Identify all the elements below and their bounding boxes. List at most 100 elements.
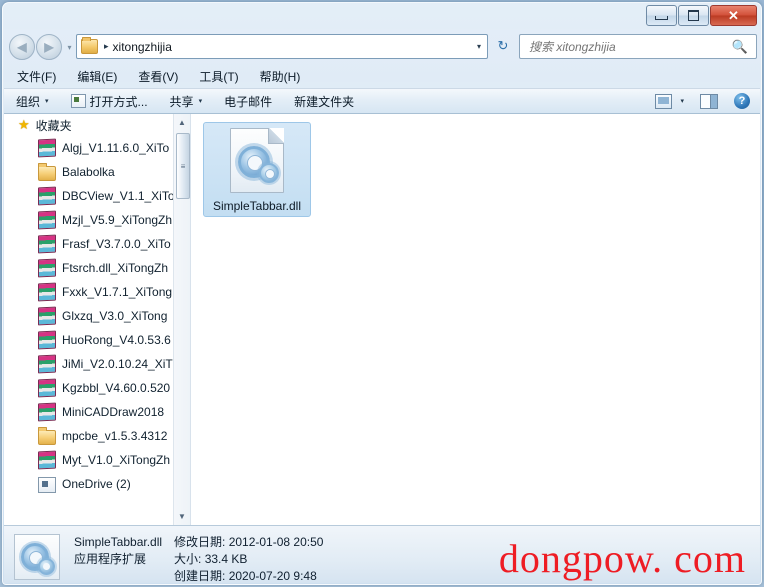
change-view-icon[interactable]	[655, 93, 673, 109]
sidebar-item-label: DBCView_V1.1_XiTo	[62, 189, 175, 203]
organize-label: 组织	[16, 94, 41, 109]
command-toolbar: 组织 ▾ 打开方式... 共享 ▾ 电子邮件 新建文件夹 ▾ ?	[4, 88, 760, 114]
back-button[interactable]: ◀	[9, 34, 35, 60]
navigation-buttons: ◀ ▶ ▾	[9, 34, 76, 60]
sidebar-item[interactable]: Glxzq_V3.0_XiTong	[4, 304, 190, 328]
address-bar[interactable]: ▸ xitongzhijia ▾	[76, 34, 488, 59]
sidebar-item-label: Ftsrch.dll_XiTongZh	[62, 261, 169, 275]
menu-tools[interactable]: 工具(T)	[197, 67, 240, 86]
refresh-icon: ↻	[497, 37, 509, 53]
details-created: 创建日期: 2020-07-20 9:48	[174, 568, 404, 583]
menu-file[interactable]: 文件(F)	[15, 67, 58, 86]
refresh-button[interactable]: ↻	[492, 34, 514, 57]
details-spacer	[74, 568, 174, 583]
chevron-down-icon: ▾	[45, 98, 49, 105]
organize-button[interactable]: 组织 ▾	[16, 93, 49, 110]
minimize-icon	[647, 6, 676, 25]
sidebar-item[interactable]: HuoRong_V4.0.53.6	[4, 328, 190, 352]
archive-icon	[38, 186, 56, 206]
chevron-down-icon: ▾	[198, 98, 203, 105]
details-size-label: 大小:	[174, 552, 202, 566]
sidebar-item[interactable]: DBCView_V1.1_XiTo	[4, 184, 190, 208]
sidebar-item-label: MiniCADDraw2018	[62, 405, 165, 419]
close-button[interactable]: ✕	[710, 5, 757, 26]
sidebar-item[interactable]: Ftsrch.dll_XiTongZh	[4, 256, 190, 280]
sidebar-item-label: Glxzq_V3.0_XiTong	[62, 309, 168, 323]
breadcrumb-path[interactable]: xitongzhijia	[113, 40, 172, 54]
scroll-down-icon[interactable]: ▼	[174, 508, 190, 525]
sidebar-item-label: Myt_V1.0_XiTongZh	[62, 453, 171, 467]
address-bar-row: ◀ ▶ ▾ ▸ xitongzhijia ▾ ↻ 🔍	[3, 29, 761, 65]
explorer-body: ★ 收藏夹 Algj_V1.11.6.0_XiTo Balabolka DBCV…	[4, 114, 760, 525]
sidebar-header-favorites[interactable]: ★ 收藏夹	[4, 114, 190, 136]
open-with-label: 打开方式...	[89, 94, 148, 109]
file-list-pane[interactable]: SimpleTabbar.dll	[191, 114, 760, 525]
sidebar-item-label: Kgzbbl_V4.60.0.520	[62, 381, 171, 395]
details-row-type: 应用程序扩展 大小: 33.4 KB	[74, 551, 404, 568]
sidebar-item-label: Fxxk_V1.7.1_XiTong	[62, 285, 173, 299]
sidebar-item[interactable]: JiMi_V2.0.10.24_XiT	[4, 352, 190, 376]
sidebar-item-label: OneDrive (2)	[62, 477, 131, 491]
window-controls: ✕	[645, 5, 757, 26]
history-dropdown-button[interactable]: ▾	[63, 35, 76, 59]
sidebar-item-label: Balabolka	[62, 165, 115, 179]
sidebar-item[interactable]: MiniCADDraw2018	[4, 400, 190, 424]
sidebar-item[interactable]: Mzjl_V5.9_XiTongZh	[4, 208, 190, 232]
title-bar: ✕	[3, 3, 761, 29]
email-button[interactable]: 电子邮件	[224, 93, 272, 110]
details-file-type: 应用程序扩展	[74, 552, 147, 566]
sidebar-item[interactable]: Balabolka	[4, 160, 190, 184]
search-box[interactable]: 🔍	[519, 34, 757, 59]
onedrive-icon	[38, 476, 56, 493]
menu-help[interactable]: 帮助(H)	[258, 67, 303, 86]
scrollbar-thumb[interactable]: ≡	[176, 133, 190, 199]
folder-icon	[38, 426, 56, 445]
star-icon: ★	[18, 117, 30, 132]
new-folder-label: 新建文件夹	[294, 94, 355, 109]
sidebar-item[interactable]: Kgzbbl_V4.60.0.520	[4, 376, 190, 400]
page-fold-corner	[268, 128, 284, 144]
scroll-up-icon[interactable]: ▲	[174, 114, 190, 131]
details-modified-label: 修改日期:	[174, 535, 226, 549]
share-button[interactable]: 共享 ▾	[170, 93, 203, 110]
share-label: 共享	[169, 94, 194, 109]
archive-icon	[38, 378, 56, 398]
archive-icon	[38, 354, 56, 374]
sidebar-item[interactable]: Frasf_V3.7.0.0_XiTo	[4, 232, 190, 256]
sidebar-item[interactable]: Myt_V1.0_XiTongZh	[4, 448, 190, 472]
details-created-value: 2020-07-20 9:48	[228, 569, 317, 583]
maximize-button[interactable]	[678, 5, 709, 26]
menu-edit[interactable]: 编辑(E)	[75, 67, 119, 86]
chevron-down-icon[interactable]: ▾	[680, 97, 684, 105]
gear-small-icon	[259, 163, 279, 183]
details-modified-value: 2012-01-08 20:50	[228, 535, 324, 549]
archive-icon	[38, 306, 56, 326]
menu-view[interactable]: 查看(V)	[136, 67, 180, 86]
details-file-name: SimpleTabbar.dll	[74, 535, 163, 549]
toolbar-right-group: ▾ ?	[655, 93, 760, 109]
sidebar-item[interactable]: Algj_V1.11.6.0_XiTo	[4, 136, 190, 160]
minimize-button[interactable]	[646, 5, 677, 26]
forward-button[interactable]: ▶	[36, 34, 62, 60]
new-folder-button[interactable]: 新建文件夹	[294, 93, 354, 110]
sidebar-item-label: mpcbe_v1.5.3.4312	[62, 429, 168, 443]
help-icon[interactable]: ?	[734, 93, 750, 109]
sidebar-item-label: Mzjl_V5.9_XiTongZh	[62, 213, 173, 227]
open-with-button[interactable]: 打开方式...	[70, 93, 148, 110]
sidebar-item[interactable]: Fxxk_V1.7.1_XiTong	[4, 280, 190, 304]
sidebar-item[interactable]: mpcbe_v1.5.3.4312	[4, 424, 190, 448]
sidebar-scrollbar[interactable]: ▲ ≡ ▼	[173, 114, 190, 525]
search-input[interactable]	[527, 38, 726, 55]
preview-pane-icon[interactable]	[700, 93, 718, 109]
folder-icon	[81, 37, 98, 54]
folder-icon	[38, 162, 56, 181]
menu-bar: 文件(F) 编辑(E) 查看(V) 工具(T) 帮助(H)	[3, 65, 761, 88]
chevron-down-icon[interactable]: ▾	[477, 42, 481, 51]
back-arrow-icon: ◀	[17, 40, 27, 54]
explorer-window: ✕ ◀ ▶ ▾ ▸ xitongzhijia ▾ ↻ 🔍	[2, 2, 762, 585]
archive-icon	[38, 330, 56, 350]
sidebar-item[interactable]: OneDrive (2)	[4, 472, 190, 496]
close-icon: ✕	[728, 8, 739, 23]
file-item-selected[interactable]: SimpleTabbar.dll	[203, 122, 311, 217]
dll-gear-icon	[230, 128, 284, 193]
